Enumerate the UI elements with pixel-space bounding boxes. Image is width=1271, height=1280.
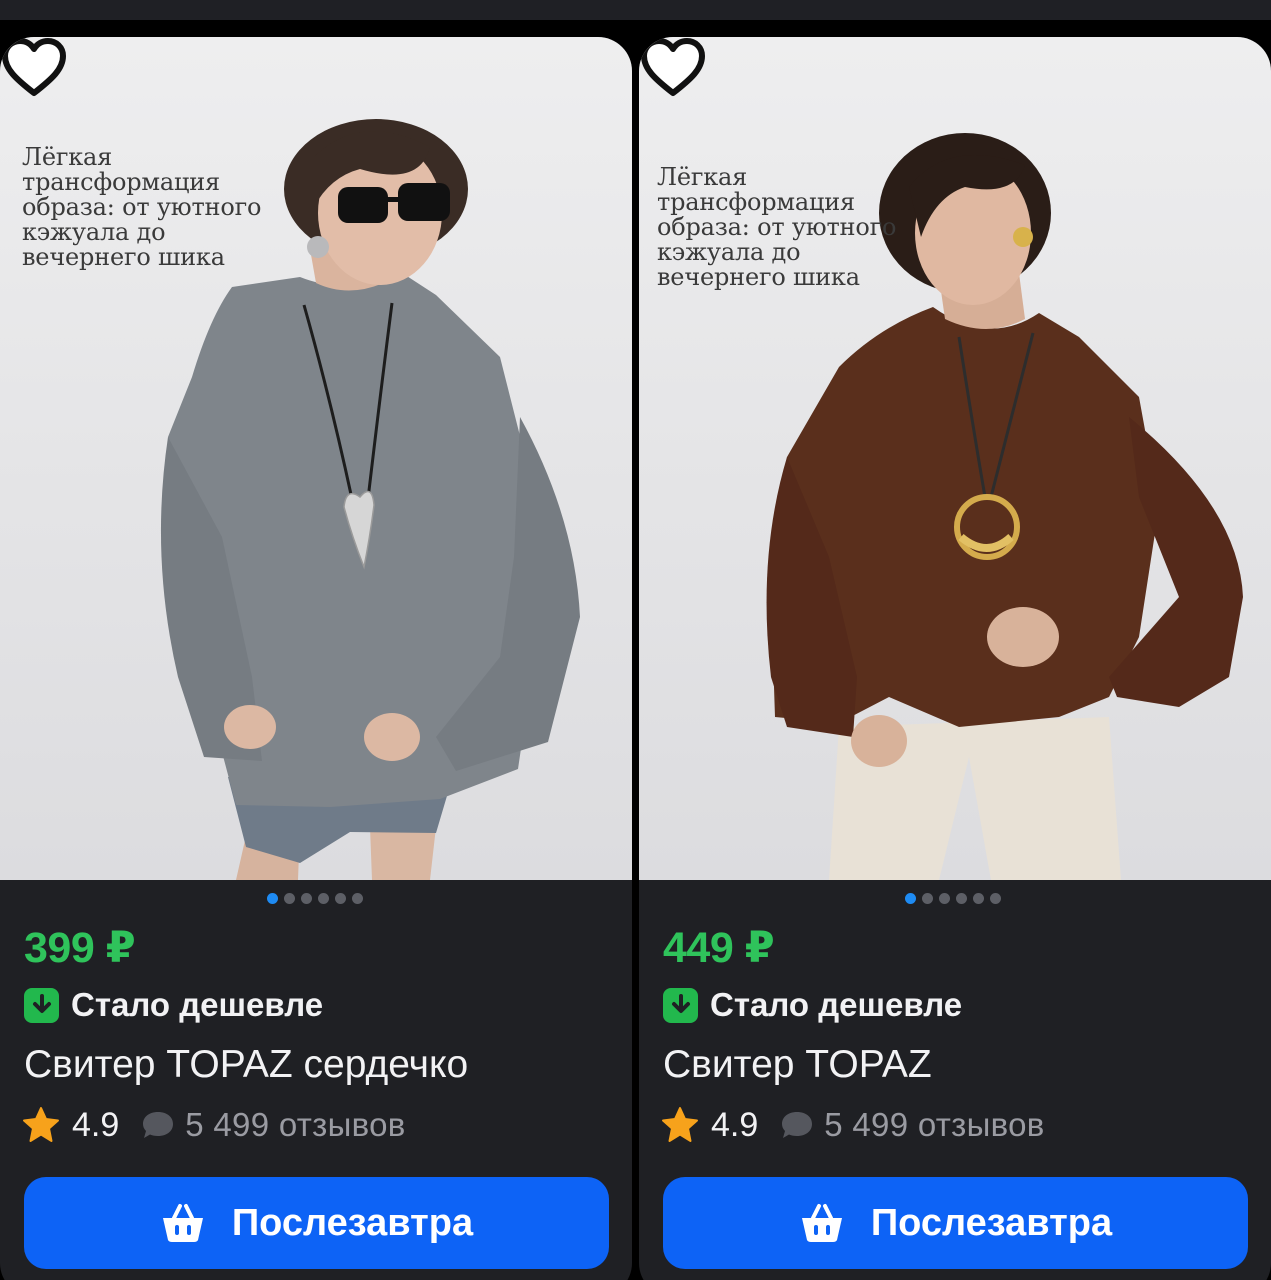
product-card[interactable]: Лёгкая трансформация образа: от уютного …: [0, 37, 632, 1280]
product-price: 399 ₽: [24, 924, 136, 972]
rating-value: 4.9: [711, 1105, 759, 1144]
arrow-down-icon: [663, 987, 698, 1023]
rating-value: 4.9: [72, 1105, 120, 1144]
price-drop-badge: Стало дешевле: [24, 986, 324, 1023]
badge-label: Стало дешевле: [71, 986, 324, 1023]
image-pagination[interactable]: [0, 893, 632, 907]
pagination-dot[interactable]: [318, 893, 329, 904]
top-status-strip: [0, 0, 1271, 20]
reviews-count[interactable]: 5 499 отзывов: [824, 1106, 1044, 1144]
delivery-button[interactable]: Послезавтра: [24, 1177, 609, 1269]
rating-row: 4.9 5 499 отзывов: [22, 1105, 406, 1145]
heart-outline-icon[interactable]: [0, 37, 68, 99]
price-drop-badge: Стало дешевле: [663, 986, 963, 1023]
pagination-dot[interactable]: [301, 893, 312, 904]
photo-caption: Лёгкая трансформация образа: от уютного …: [22, 143, 262, 271]
reviews-count[interactable]: 5 499 отзывов: [185, 1106, 405, 1144]
chat-bubble-icon: [143, 1112, 174, 1138]
pagination-dot[interactable]: [284, 893, 295, 904]
product-photo[interactable]: Лёгкая трансформация образа: от уютного …: [0, 37, 632, 880]
product-photo[interactable]: Лёгкая трансформация образа: от уютного …: [639, 37, 1271, 880]
delivery-button-label: Послезавтра: [231, 1201, 474, 1244]
pagination-dot[interactable]: [990, 893, 1001, 904]
rating-row: 4.9 5 499 отзывов: [661, 1105, 1045, 1145]
pagination-dot[interactable]: [352, 893, 363, 904]
photo-caption: Лёгкая трансформация образа: от уютного …: [657, 163, 897, 291]
product-title[interactable]: Свитер TOPAZ: [663, 1043, 932, 1087]
delivery-button[interactable]: Послезавтра: [663, 1177, 1248, 1269]
pagination-dot[interactable]: [956, 893, 967, 904]
pagination-dot[interactable]: [939, 893, 950, 904]
product-card[interactable]: Лёгкая трансформация образа: от уютного …: [639, 37, 1271, 1280]
pagination-dot[interactable]: [922, 893, 933, 904]
arrow-down-icon: [24, 987, 59, 1023]
star-icon: [23, 1107, 59, 1142]
product-title[interactable]: Свитер TOPAZ сердечко: [24, 1043, 468, 1087]
pagination-dot[interactable]: [335, 893, 346, 904]
badge-label: Стало дешевле: [710, 986, 963, 1023]
pagination-dot-active[interactable]: [267, 893, 278, 904]
basket-icon: [801, 1204, 842, 1242]
chat-bubble-icon: [782, 1112, 813, 1138]
pagination-dot-active[interactable]: [905, 893, 916, 904]
star-icon: [662, 1107, 698, 1142]
heart-outline-icon[interactable]: [639, 37, 707, 99]
image-pagination[interactable]: [639, 893, 1271, 907]
product-price: 449 ₽: [663, 924, 775, 972]
basket-icon: [162, 1204, 203, 1242]
pagination-dot[interactable]: [973, 893, 984, 904]
delivery-button-label: Послезавтра: [870, 1201, 1113, 1244]
